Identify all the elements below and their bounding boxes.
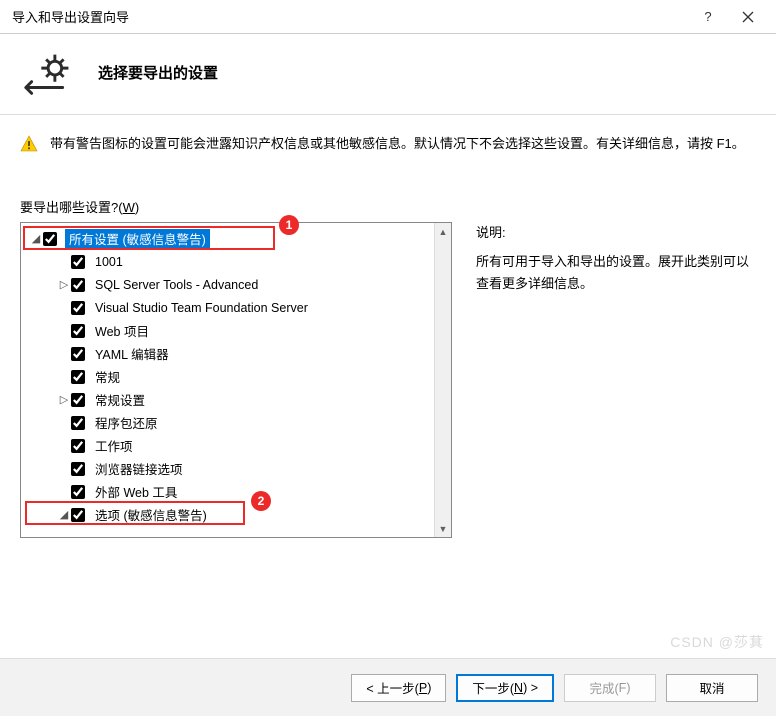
tree-checkbox[interactable] bbox=[71, 462, 85, 476]
tree-node-label: 所有设置 (敏感信息警告) bbox=[65, 229, 210, 248]
next-button[interactable]: 下一步(N) > bbox=[456, 674, 554, 702]
help-button[interactable]: ? bbox=[688, 2, 728, 32]
annotation-badge-2: 2 bbox=[251, 491, 271, 511]
prev-button[interactable]: < 上一步(P) bbox=[351, 674, 446, 702]
tree-node[interactable]: Web 项目 bbox=[21, 319, 434, 342]
scroll-down-icon[interactable]: ▼ bbox=[435, 520, 451, 537]
tree-checkbox[interactable] bbox=[71, 485, 85, 499]
close-button[interactable] bbox=[728, 2, 768, 32]
tree-scrollbar[interactable]: ▲ ▼ bbox=[434, 223, 451, 537]
tree-node[interactable]: 常规 bbox=[21, 365, 434, 388]
tree-node-label: 1001 bbox=[93, 255, 125, 269]
main-section: 要导出哪些设置?(W) ◢ 所有设置 (敏感信息警告) 1001 ▷ SQL Serve… bbox=[0, 161, 776, 538]
tree-node-label: 工作项 bbox=[93, 436, 135, 455]
warning-row: 带有警告图标的设置可能会泄露知识产权信息或其他敏感信息。默认情况下不会选择这些设… bbox=[0, 115, 776, 161]
gear-export-icon bbox=[20, 48, 82, 96]
tree-node[interactable]: 程序包还原 bbox=[21, 411, 434, 434]
warning-icon bbox=[20, 135, 38, 153]
tree-label: 要导出哪些设置?(W) bbox=[20, 197, 756, 216]
tree-checkbox[interactable] bbox=[71, 255, 85, 269]
wizard-header: 选择要导出的设置 bbox=[0, 34, 776, 115]
warning-text: 带有警告图标的设置可能会泄露知识产权信息或其他敏感信息。默认情况下不会选择这些设… bbox=[50, 133, 745, 155]
tree-checkbox[interactable] bbox=[71, 347, 85, 361]
wizard-footer: < 上一步(P) 下一步(N) > 完成(F) 取消 bbox=[0, 658, 776, 716]
cancel-button[interactable]: 取消 bbox=[666, 674, 758, 702]
scroll-up-icon[interactable]: ▲ bbox=[435, 223, 451, 240]
tree-node[interactable]: 浏览器链接选项 bbox=[21, 457, 434, 480]
expander-open-icon[interactable]: ◢ bbox=[57, 508, 71, 521]
tree-node[interactable]: Visual Studio Team Foundation Server bbox=[21, 296, 434, 319]
tree-node-label: SQL Server Tools - Advanced bbox=[93, 278, 260, 292]
tree-node-label: 常规设置 bbox=[93, 390, 147, 409]
tree-checkbox[interactable] bbox=[71, 393, 85, 407]
description-body: 所有可用于导入和导出的设置。展开此类别可以查看更多详细信息。 bbox=[476, 251, 756, 295]
titlebar: 导入和导出设置向导 ? bbox=[0, 0, 776, 34]
tree-node[interactable]: ▷ 常规设置 bbox=[21, 388, 434, 411]
tree-checkbox[interactable] bbox=[71, 324, 85, 338]
tree-node[interactable]: ◢ 所有设置 (敏感信息警告) bbox=[21, 227, 434, 250]
tree-checkbox[interactable] bbox=[71, 416, 85, 430]
window-title: 导入和导出设置向导 bbox=[12, 7, 688, 26]
tree-node[interactable]: 外部 Web 工具 bbox=[21, 480, 434, 503]
expander-closed-icon[interactable]: ▷ bbox=[57, 393, 71, 406]
tree-node[interactable]: 工作项 bbox=[21, 434, 434, 457]
tree-checkbox[interactable] bbox=[71, 439, 85, 453]
tree-node-label: 常规 bbox=[93, 367, 122, 386]
tree-node-label: 程序包还原 bbox=[93, 413, 160, 432]
tree-node[interactable]: 1001 bbox=[21, 250, 434, 273]
watermark: CSDN @莎萁 bbox=[670, 632, 764, 652]
tree-checkbox[interactable] bbox=[43, 232, 57, 246]
wizard-heading: 选择要导出的设置 bbox=[98, 62, 218, 83]
tree-node-label: 外部 Web 工具 bbox=[93, 482, 179, 501]
annotation-badge-1: 1 bbox=[279, 215, 299, 235]
tree-checkbox[interactable] bbox=[71, 508, 85, 522]
description-panel: 说明: 所有可用于导入和导出的设置。展开此类别可以查看更多详细信息。 bbox=[476, 222, 756, 538]
tree-node-label: 选项 (敏感信息警告) bbox=[93, 505, 209, 524]
tree-checkbox[interactable] bbox=[71, 370, 85, 384]
tree-node-label: Visual Studio Team Foundation Server bbox=[93, 301, 310, 315]
tree-node[interactable]: ◢ 选项 (敏感信息警告) bbox=[21, 503, 434, 526]
tree-node-label: Web 项目 bbox=[93, 321, 151, 340]
tree-node[interactable]: ▷ SQL Server Tools - Advanced bbox=[21, 273, 434, 296]
close-icon bbox=[742, 11, 754, 23]
tree-node-label: 浏览器链接选项 bbox=[93, 459, 185, 478]
expander-closed-icon[interactable]: ▷ bbox=[57, 278, 71, 291]
description-title: 说明: bbox=[476, 222, 756, 241]
tree-checkbox[interactable] bbox=[71, 278, 85, 292]
tree-node-label: YAML 编辑器 bbox=[93, 344, 171, 363]
expander-open-icon[interactable]: ◢ bbox=[29, 232, 43, 245]
tree-node[interactable]: YAML 编辑器 bbox=[21, 342, 434, 365]
settings-tree[interactable]: ◢ 所有设置 (敏感信息警告) 1001 ▷ SQL Server Tools - Ad… bbox=[20, 222, 452, 538]
tree-checkbox[interactable] bbox=[71, 301, 85, 315]
finish-button: 完成(F) bbox=[564, 674, 656, 702]
